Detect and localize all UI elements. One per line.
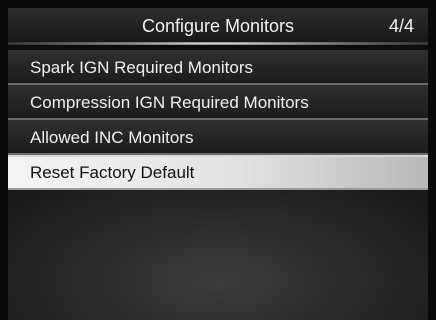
page-indicator: 4/4 [388, 16, 414, 36]
menu-item-allowed-inc-monitors[interactable]: Allowed INC Monitors [8, 120, 428, 155]
device-screen: Configure Monitors 4/4 Spark IGN Require… [0, 0, 436, 320]
title-bar: Configure Monitors 4/4 [8, 8, 428, 44]
menu-list: Spark IGN Required Monitors Compression … [8, 50, 428, 190]
screen-bezel-left [0, 0, 8, 320]
screen-bezel-top [0, 0, 436, 8]
title-divider [8, 42, 428, 45]
screen-bezel-right [428, 0, 436, 320]
page-title: Configure Monitors [141, 16, 295, 36]
menu-item-spark-ign-required-monitors[interactable]: Spark IGN Required Monitors [8, 50, 428, 85]
menu-item-compression-ign-required-monitors[interactable]: Compression IGN Required Monitors [8, 85, 428, 120]
menu-item-reset-factory-default[interactable]: Reset Factory Default [8, 155, 428, 190]
